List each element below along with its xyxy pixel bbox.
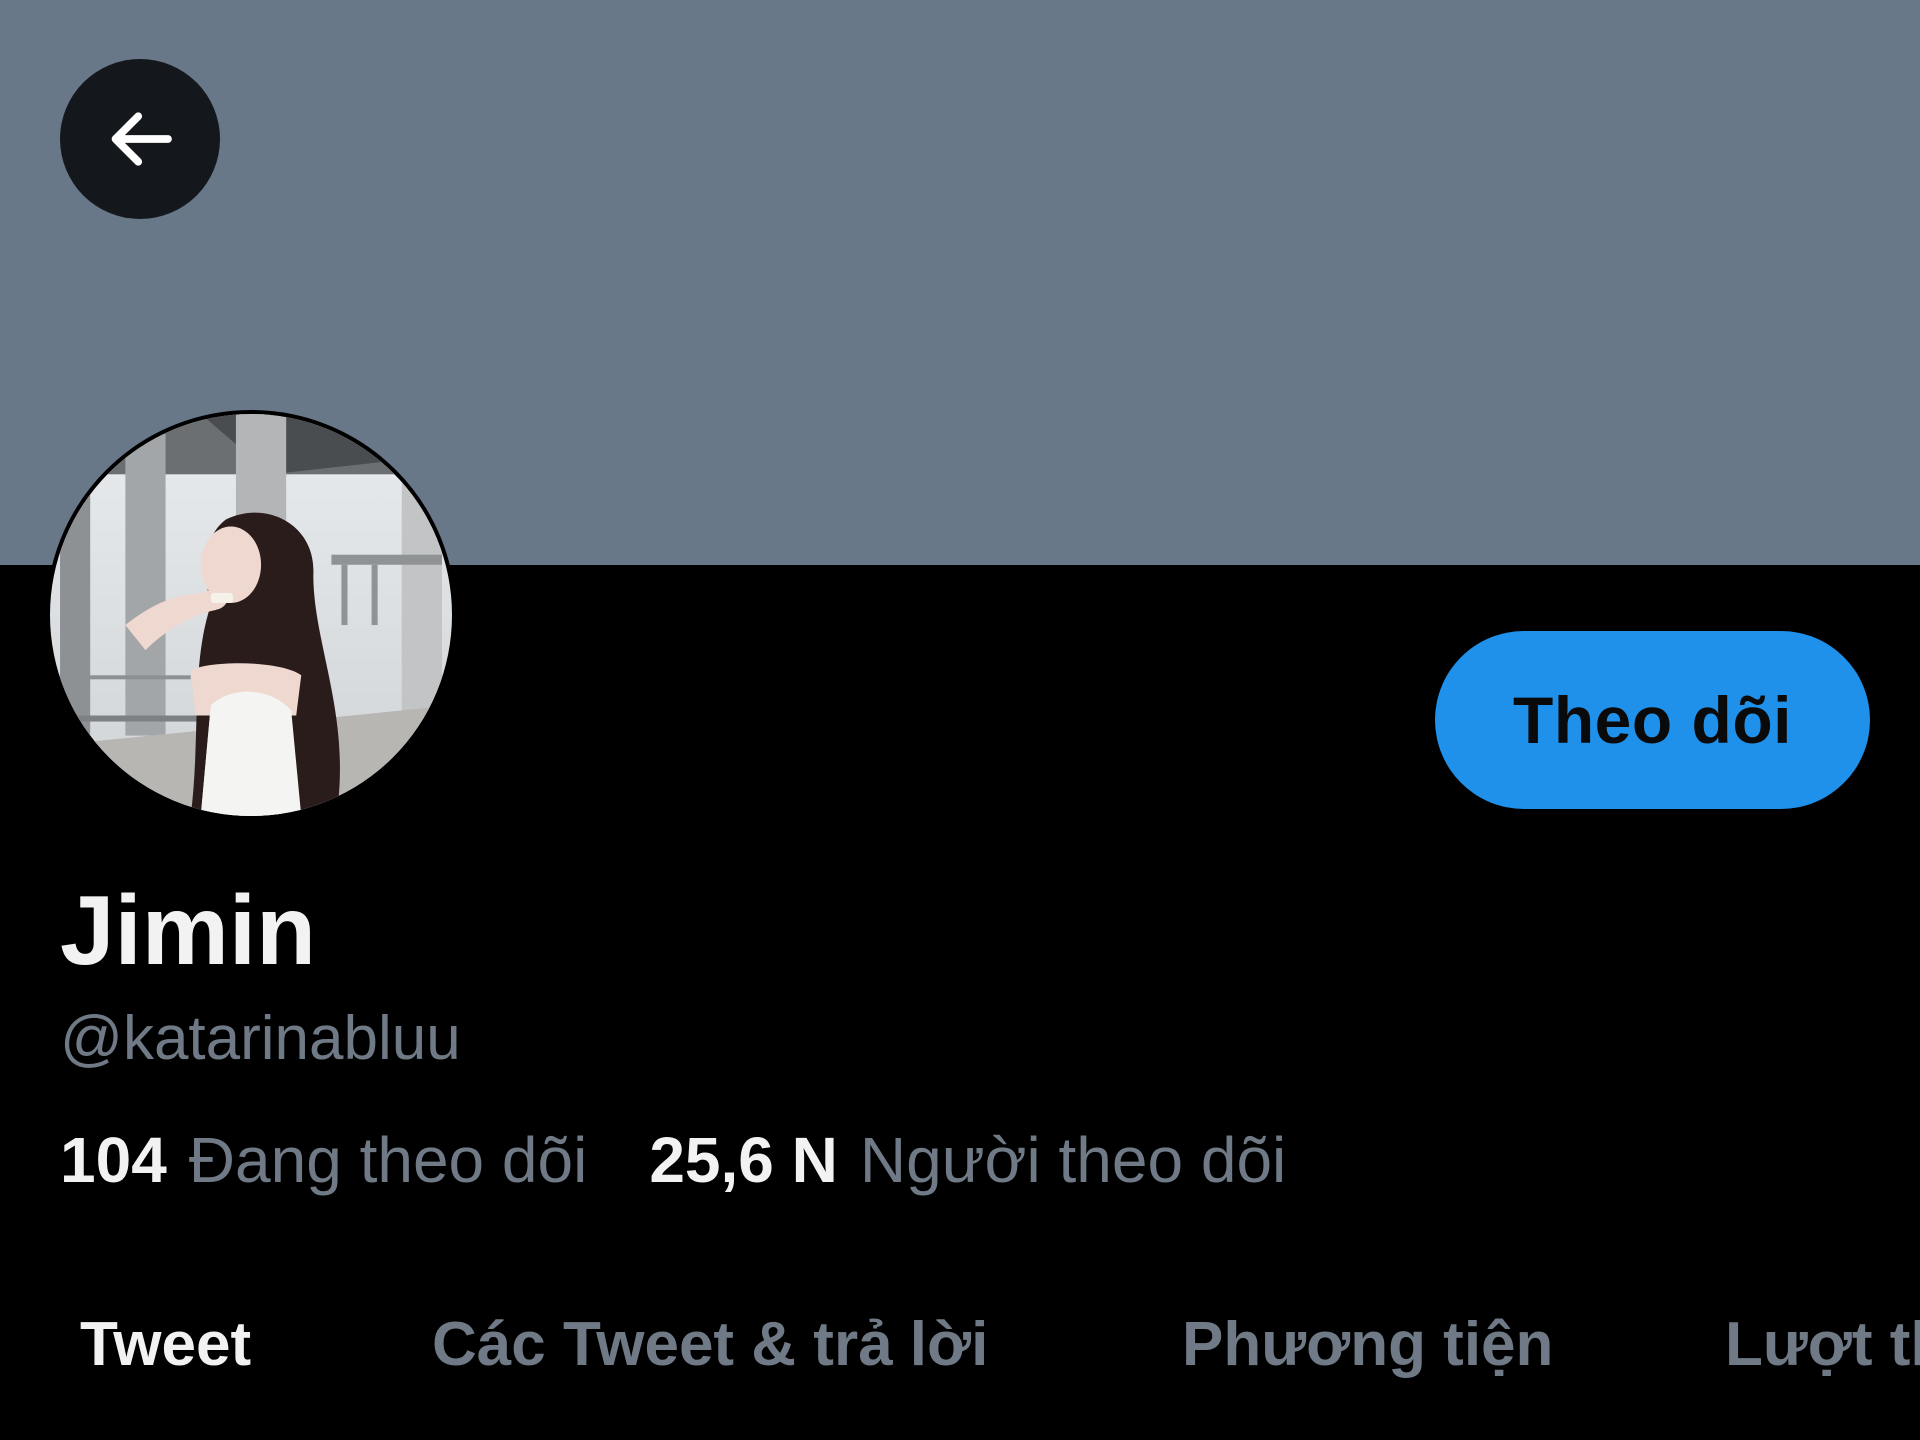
following-link[interactable]: 104 Đang theo dõi	[60, 1120, 587, 1200]
followers-link[interactable]: 25,6 N Người theo dõi	[649, 1120, 1286, 1200]
tab-likes[interactable]: Lượt thích	[1725, 1300, 1920, 1390]
display-name: Jimin	[60, 875, 316, 985]
following-count: 104	[60, 1124, 167, 1196]
follow-button[interactable]: Theo dõi	[1435, 631, 1870, 809]
tab-tweets[interactable]: Tweet	[80, 1300, 251, 1390]
tab-media[interactable]: Phương tiện	[1182, 1300, 1553, 1390]
profile-page: Theo dõi Jimin @katarinabluu 104 Đang th…	[0, 0, 1920, 1440]
tab-tweets-and-replies[interactable]: Các Tweet & trả lời	[432, 1300, 988, 1390]
back-button[interactable]	[60, 59, 220, 219]
followers-count: 25,6 N	[649, 1124, 838, 1196]
profile-tabs: Tweet Các Tweet & trả lời Phương tiện Lư…	[0, 1300, 1920, 1400]
arrow-left-icon	[111, 112, 172, 166]
following-label: Đang theo dõi	[188, 1124, 588, 1196]
avatar[interactable]	[46, 410, 456, 820]
user-handle: @katarinabluu	[60, 1004, 461, 1073]
follow-stats: 104 Đang theo dõi 25,6 N Người theo dõi	[60, 1120, 1286, 1200]
avatar-photo	[50, 414, 452, 816]
followers-label: Người theo dõi	[859, 1124, 1287, 1196]
